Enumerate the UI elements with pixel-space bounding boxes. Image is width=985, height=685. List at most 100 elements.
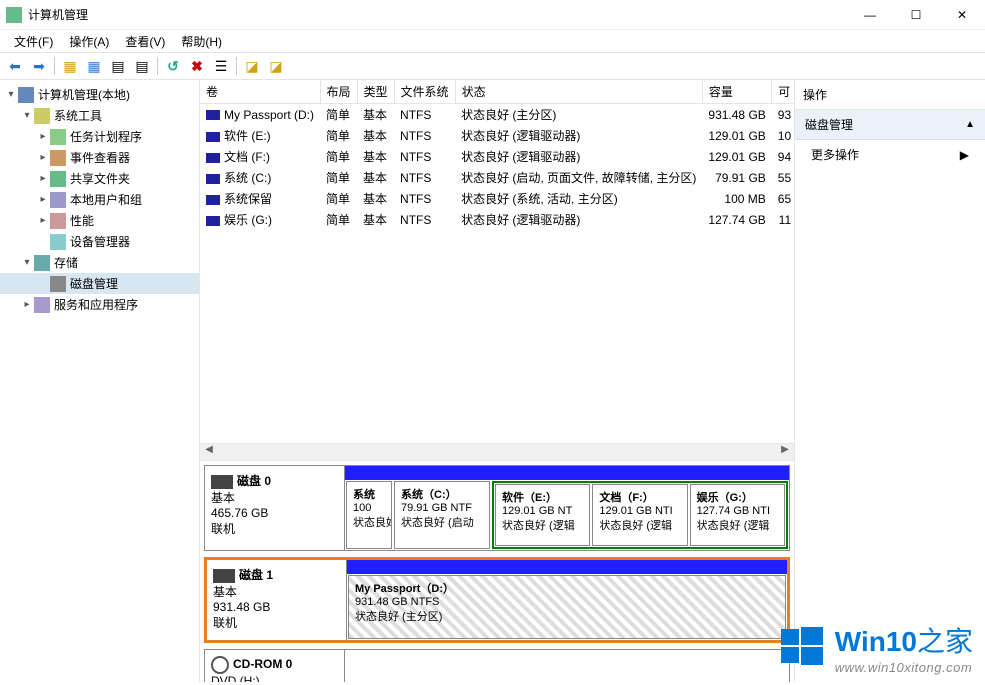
cdrom-header[interactable]: CD-ROM 0 DVD (H:) bbox=[205, 650, 345, 682]
back-button[interactable]: ⬅ bbox=[4, 55, 26, 77]
tool-btn-6[interactable]: ◪ bbox=[265, 55, 287, 77]
partition-name: 软件（E:） bbox=[502, 489, 583, 505]
tree-shared-folders[interactable]: ▸共享文件夹 bbox=[0, 168, 199, 189]
col-filesystem[interactable]: 文件系统 bbox=[394, 80, 455, 104]
partition-c[interactable]: 系统（C:） 79.91 GB NTF 状态良好 (启动 bbox=[394, 481, 490, 549]
partition-info: 100 bbox=[353, 502, 385, 514]
menu-help[interactable]: 帮助(H) bbox=[175, 31, 228, 52]
partition-status: 状态良好 (启动 bbox=[401, 514, 483, 530]
navigation-tree[interactable]: ▾计算机管理(本地) ▾系统工具 ▸任务计划程序 ▸事件查看器 ▸共享文件夹 ▸… bbox=[0, 80, 200, 682]
cdrom-row[interactable]: CD-ROM 0 DVD (H:) bbox=[204, 649, 790, 682]
tree-services-apps[interactable]: ▸服务和应用程序 bbox=[0, 294, 199, 315]
table-row[interactable]: 软件 (E:)简单基本NTFS状态良好 (逻辑驱动器)129.01 GB10 bbox=[200, 125, 794, 146]
table-row[interactable]: 系统保留简单基本NTFS状态良好 (系统, 活动, 主分区)100 MB65 bbox=[200, 188, 794, 209]
disk-1-header[interactable]: 磁盘 1 基本 931.48 GB 联机 bbox=[207, 560, 347, 640]
disk-layout-area: 磁盘 0 基本 465.76 GB 联机 系统 100 状态良好( 系 bbox=[200, 461, 794, 682]
tree-label: 共享文件夹 bbox=[70, 170, 130, 187]
maximize-button[interactable]: ☐ bbox=[893, 0, 939, 30]
close-button[interactable]: ✕ bbox=[939, 0, 985, 30]
tree-label: 设备管理器 bbox=[70, 233, 130, 250]
tree-performance[interactable]: ▸性能 bbox=[0, 210, 199, 231]
menu-file[interactable]: 文件(F) bbox=[8, 31, 59, 52]
partition-e[interactable]: 软件（E:） 129.01 GB NT 状态良好 (逻辑 bbox=[495, 484, 590, 546]
partition-reserved[interactable]: 系统 100 状态良好( bbox=[346, 481, 392, 549]
table-row[interactable]: 文档 (F:)简单基本NTFS状态良好 (逻辑驱动器)129.01 GB94 bbox=[200, 146, 794, 167]
disk-size: 465.76 GB bbox=[211, 506, 338, 520]
minimize-button[interactable]: — bbox=[847, 0, 893, 30]
share-icon bbox=[50, 171, 66, 187]
scroll-right-icon[interactable]: ▶ bbox=[776, 444, 794, 460]
disk-type: 基本 bbox=[213, 583, 340, 600]
tree-system-tools[interactable]: ▾系统工具 bbox=[0, 105, 199, 126]
disk-0-row[interactable]: 磁盘 0 基本 465.76 GB 联机 系统 100 状态良好( 系 bbox=[204, 465, 790, 551]
tool-btn-4[interactable]: ▤ bbox=[131, 55, 153, 77]
partition-status: 状态良好 (主分区) bbox=[355, 608, 779, 624]
tool-btn-1[interactable]: ▦ bbox=[59, 55, 81, 77]
menu-view[interactable]: 查看(V) bbox=[119, 31, 171, 52]
settings-button[interactable]: ☰ bbox=[210, 55, 232, 77]
col-layout[interactable]: 布局 bbox=[320, 80, 357, 104]
actions-disk-management[interactable]: 磁盘管理 ▲ bbox=[795, 110, 985, 140]
partition-status: 状态良好 (逻辑 bbox=[502, 517, 583, 533]
col-type[interactable]: 类型 bbox=[357, 80, 394, 104]
tree-event-viewer[interactable]: ▸事件查看器 bbox=[0, 147, 199, 168]
tree-task-scheduler[interactable]: ▸任务计划程序 bbox=[0, 126, 199, 147]
volume-icon bbox=[206, 110, 220, 120]
partition-name: My Passport（D:） bbox=[355, 580, 779, 596]
tree-label: 存储 bbox=[54, 254, 78, 271]
partition-status: 状态良好 (逻辑 bbox=[697, 517, 778, 533]
tree-label: 系统工具 bbox=[54, 107, 102, 124]
partition-g[interactable]: 娱乐（G:） 127.74 GB NTI 状态良好 (逻辑 bbox=[690, 484, 785, 546]
col-capacity[interactable]: 容量 bbox=[702, 80, 771, 104]
window-title: 计算机管理 bbox=[28, 6, 88, 23]
separator-icon bbox=[54, 57, 55, 75]
submenu-icon: ▶ bbox=[960, 148, 969, 162]
disk-color-bar bbox=[347, 560, 787, 574]
perf-icon bbox=[50, 213, 66, 229]
volume-table[interactable]: 卷 布局 类型 文件系统 状态 容量 可 My Passport (D:)简单基… bbox=[200, 80, 794, 230]
disk-0-header[interactable]: 磁盘 0 基本 465.76 GB 联机 bbox=[205, 466, 345, 550]
disk-icon bbox=[50, 276, 66, 292]
volume-icon bbox=[206, 132, 220, 142]
tool-btn-3[interactable]: ▤ bbox=[107, 55, 129, 77]
scroll-left-icon[interactable]: ◀ bbox=[200, 444, 218, 460]
remove-button[interactable]: ✖ bbox=[186, 55, 208, 77]
disk-state: 联机 bbox=[211, 520, 338, 537]
partition-name: 系统 bbox=[353, 486, 385, 502]
col-status[interactable]: 状态 bbox=[455, 80, 702, 104]
tree-root[interactable]: ▾计算机管理(本地) bbox=[0, 84, 199, 105]
tree-local-users[interactable]: ▸本地用户和组 bbox=[0, 189, 199, 210]
tree-storage[interactable]: ▾存储 bbox=[0, 252, 199, 273]
services-icon bbox=[34, 297, 50, 313]
volume-icon bbox=[206, 216, 220, 226]
tree-device-manager[interactable]: 设备管理器 bbox=[0, 231, 199, 252]
refresh-button[interactable]: ↺ bbox=[162, 55, 184, 77]
tree-label: 本地用户和组 bbox=[70, 191, 142, 208]
scheduler-icon bbox=[50, 129, 66, 145]
table-row[interactable]: 系统 (C:)简单基本NTFS状态良好 (启动, 页面文件, 故障转储, 主分区… bbox=[200, 167, 794, 188]
menu-action[interactable]: 操作(A) bbox=[63, 31, 115, 52]
tree-label: 事件查看器 bbox=[70, 149, 130, 166]
tree-label: 计算机管理(本地) bbox=[38, 86, 130, 103]
partition-name: 系统（C:） bbox=[401, 486, 483, 502]
cdrom-title: CD-ROM 0 bbox=[233, 657, 292, 671]
event-icon bbox=[50, 150, 66, 166]
tool-btn-5[interactable]: ◪ bbox=[241, 55, 263, 77]
forward-button[interactable]: ➡ bbox=[28, 55, 50, 77]
col-volume[interactable]: 卷 bbox=[200, 80, 320, 104]
partition-info: 127.74 GB NTI bbox=[697, 505, 778, 517]
disk-1-row[interactable]: 磁盘 1 基本 931.48 GB 联机 My Passport（D:） 931… bbox=[204, 557, 790, 643]
actions-more[interactable]: 更多操作 ▶ bbox=[795, 140, 985, 169]
partition-d[interactable]: My Passport（D:） 931.48 GB NTFS 状态良好 (主分区… bbox=[348, 575, 786, 639]
table-row[interactable]: My Passport (D:)简单基本NTFS状态良好 (主分区)931.48… bbox=[200, 104, 794, 126]
col-free[interactable]: 可 bbox=[772, 80, 794, 104]
horizontal-scrollbar[interactable]: ◀ ▶ bbox=[200, 443, 794, 461]
tool-btn-2[interactable]: ▦ bbox=[83, 55, 105, 77]
partition-f[interactable]: 文档（F:） 129.01 GB NTI 状态良好 (逻辑 bbox=[592, 484, 687, 546]
tree-label: 服务和应用程序 bbox=[54, 296, 138, 313]
title-bar: 计算机管理 — ☐ ✕ bbox=[0, 0, 985, 30]
table-row[interactable]: 娱乐 (G:)简单基本NTFS状态良好 (逻辑驱动器)127.74 GB11 bbox=[200, 209, 794, 230]
partition-status: 状态良好( bbox=[353, 514, 385, 530]
volume-icon bbox=[206, 174, 220, 184]
tree-disk-management[interactable]: 磁盘管理 bbox=[0, 273, 199, 294]
